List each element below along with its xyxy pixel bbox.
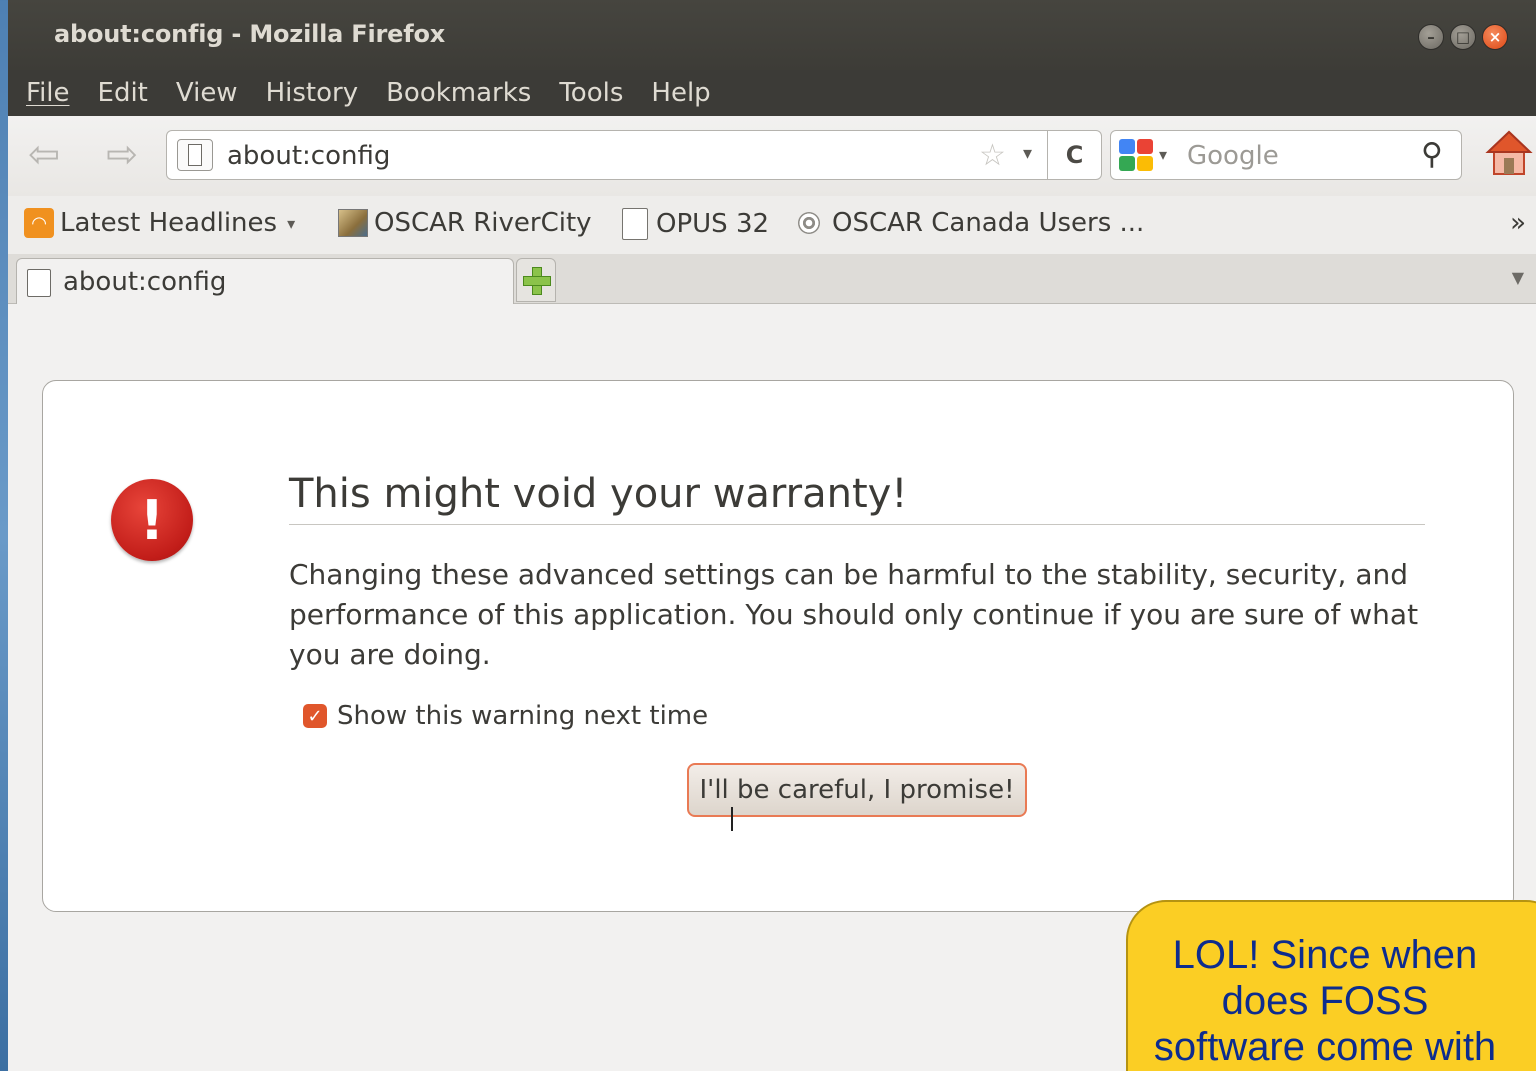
bookmark-label: OPUS 32 bbox=[656, 209, 770, 239]
menu-bar: File Edit View History Bookmarks Tools H… bbox=[8, 70, 1536, 116]
annotation-callout: LOL! Since when does FOSS software come … bbox=[1126, 900, 1536, 1071]
minimize-icon[interactable]: – bbox=[1418, 24, 1444, 50]
site-favicon-icon bbox=[338, 209, 368, 237]
bookmark-label: OSCAR Canada Users ... bbox=[832, 208, 1145, 238]
rss-feed-icon: ◠ bbox=[24, 208, 54, 238]
warning-panel: ! This might void your warranty! Changin… bbox=[42, 380, 1514, 912]
tab-bar: about:config ▼ bbox=[8, 254, 1536, 304]
tab-list-dropdown-icon[interactable]: ▼ bbox=[1512, 268, 1524, 287]
forward-arrow-icon[interactable]: ⇨ bbox=[98, 130, 146, 178]
search-icon[interactable]: ⚲ bbox=[1421, 137, 1443, 172]
reload-icon[interactable]: C bbox=[1047, 131, 1101, 179]
menu-edit[interactable]: Edit bbox=[98, 78, 148, 108]
bookmarks-toolbar: ◠ Latest Headlines ▾ OSCAR RiverCity OPU… bbox=[8, 196, 1536, 254]
checkbox-label: Show this warning next time bbox=[337, 701, 709, 731]
close-icon[interactable]: × bbox=[1482, 24, 1508, 50]
search-bar[interactable]: ▾ Google ⚲ bbox=[1110, 130, 1462, 180]
menu-history[interactable]: History bbox=[266, 78, 359, 108]
window-title: about:config - Mozilla Firefox bbox=[54, 20, 446, 48]
bookmark-label: OSCAR RiverCity bbox=[374, 208, 592, 238]
ill-be-careful-button[interactable]: I'll be careful, I promise! bbox=[687, 763, 1027, 817]
search-input[interactable]: Google bbox=[1187, 141, 1279, 171]
google-logo-icon[interactable] bbox=[1119, 139, 1153, 171]
new-tab-button[interactable] bbox=[516, 258, 556, 302]
globe-icon bbox=[798, 212, 820, 234]
url-bar[interactable]: about:config ☆ ▾ C bbox=[166, 130, 1102, 180]
menu-view[interactable]: View bbox=[176, 78, 238, 108]
page-icon bbox=[27, 269, 51, 297]
maximize-icon[interactable]: □ bbox=[1450, 24, 1476, 50]
bookmark-latest-headlines[interactable]: ◠ Latest Headlines ▾ bbox=[24, 208, 295, 238]
show-warning-checkbox[interactable]: ✓ Show this warning next time bbox=[303, 701, 708, 731]
title-bar: about:config - Mozilla Firefox – □ × bbox=[8, 0, 1536, 70]
tab-about-config[interactable]: about:config bbox=[16, 258, 514, 304]
bookmark-oscar-rivercity[interactable]: OSCAR RiverCity bbox=[338, 208, 592, 238]
checkbox-checked-icon[interactable]: ✓ bbox=[303, 704, 327, 728]
search-engine-dropdown-icon[interactable]: ▾ bbox=[1159, 145, 1167, 164]
bookmark-oscar-canada-users[interactable]: OSCAR Canada Users ... bbox=[798, 208, 1144, 238]
warning-exclamation-icon: ! bbox=[111, 479, 193, 561]
bookmark-label: Latest Headlines bbox=[60, 208, 278, 238]
tab-label: about:config bbox=[63, 267, 227, 297]
history-dropdown-icon[interactable]: ▾ bbox=[1023, 143, 1032, 164]
warning-message: Changing these advanced settings can be … bbox=[289, 558, 1419, 671]
menu-file[interactable]: File bbox=[26, 78, 70, 108]
warning-title: This might void your warranty! bbox=[289, 471, 1425, 525]
chevron-down-icon: ▾ bbox=[287, 213, 296, 233]
plus-icon bbox=[523, 267, 551, 295]
page-icon bbox=[177, 139, 213, 171]
url-text[interactable]: about:config bbox=[227, 141, 390, 171]
bookmark-star-icon[interactable]: ☆ bbox=[979, 138, 1006, 173]
back-arrow-icon[interactable]: ⇦ bbox=[20, 130, 68, 178]
navigation-toolbar: ⇦ ⇨ about:config ☆ ▾ C ▾ Google ⚲ bbox=[8, 116, 1536, 196]
bookmark-opus-32[interactable]: OPUS 32 bbox=[622, 208, 769, 240]
menu-tools[interactable]: Tools bbox=[559, 78, 623, 108]
menu-bookmarks[interactable]: Bookmarks bbox=[386, 78, 531, 108]
home-icon[interactable] bbox=[1484, 128, 1534, 180]
menu-help[interactable]: Help bbox=[651, 78, 710, 108]
page-icon bbox=[622, 208, 648, 240]
text-cursor bbox=[731, 807, 733, 831]
bookmarks-overflow-icon[interactable]: » bbox=[1510, 208, 1526, 238]
